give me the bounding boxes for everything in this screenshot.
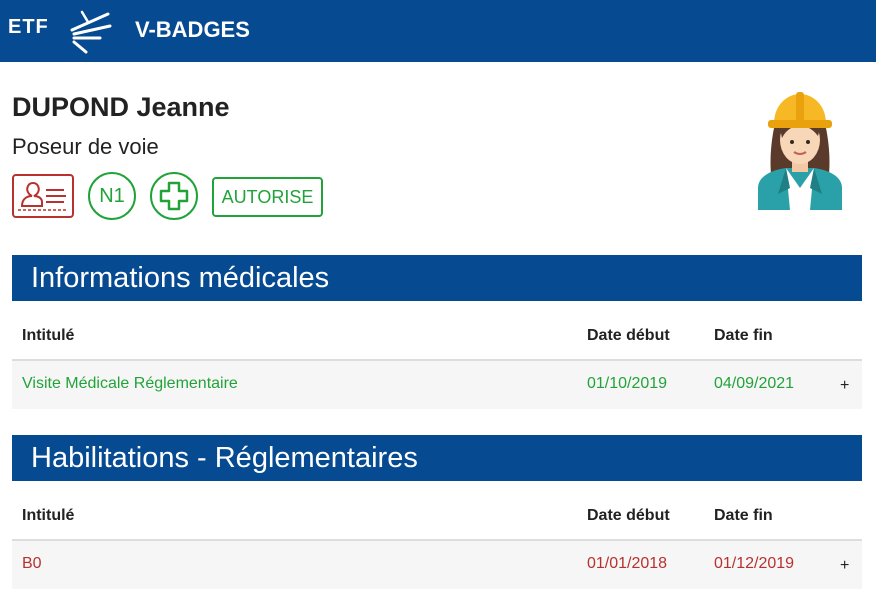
col-header-end-date: Date fin	[714, 327, 773, 344]
first-aid-cross-icon	[159, 181, 189, 211]
row-end-date: 04/09/2021	[714, 375, 795, 392]
row-end-date: 01/12/2019	[714, 555, 795, 572]
col-header-title: Intitulé	[22, 327, 75, 344]
id-card-icon	[18, 182, 68, 211]
table-row[interactable]: Visite Médicale Réglementaire 01/10/2019…	[12, 361, 862, 409]
status-badge[interactable]: AUTORISE	[212, 177, 323, 217]
table-row[interactable]: B0 01/01/2018 01/12/2019 +	[12, 541, 862, 589]
expand-button[interactable]: +	[840, 377, 849, 395]
expand-button[interactable]: +	[840, 557, 849, 575]
row-start-date: 01/10/2019	[587, 375, 668, 392]
table-header: Intitulé Date début Date fin	[12, 311, 862, 361]
col-header-end-date: Date fin	[714, 507, 773, 524]
medical-table: Intitulé Date début Date fin Visite Médi…	[12, 311, 862, 409]
worker-avatar-icon	[758, 92, 842, 210]
logo-text: ETF	[8, 16, 49, 38]
etf-logo[interactable]: ETF	[8, 8, 118, 54]
col-header-start-date: Date début	[587, 327, 670, 344]
row-label: Visite Médicale Réglementaire	[22, 375, 238, 392]
table-header: Intitulé Date début Date fin	[12, 491, 862, 541]
person-role: Poseur de voie	[12, 134, 159, 159]
row-label: B0	[22, 555, 42, 572]
person-name: DUPOND Jeanne	[12, 92, 230, 122]
col-header-start-date: Date début	[587, 507, 670, 524]
row-start-date: 01/01/2018	[587, 555, 668, 572]
col-header-title: Intitulé	[22, 507, 75, 524]
id-card-badge[interactable]	[12, 174, 74, 218]
habilitations-table: Intitulé Date début Date fin B0 01/01/20…	[12, 491, 862, 589]
level-badge[interactable]: N1	[88, 172, 136, 220]
top-bar: ETF V-BADGES	[0, 0, 876, 62]
app-title: V-BADGES	[135, 17, 250, 42]
etf-logo-icon	[70, 10, 112, 54]
habilitations-section-header: Habilitations - Réglementaires	[12, 435, 862, 481]
medical-badge[interactable]	[150, 172, 198, 220]
medical-section-header: Informations médicales	[12, 255, 862, 301]
